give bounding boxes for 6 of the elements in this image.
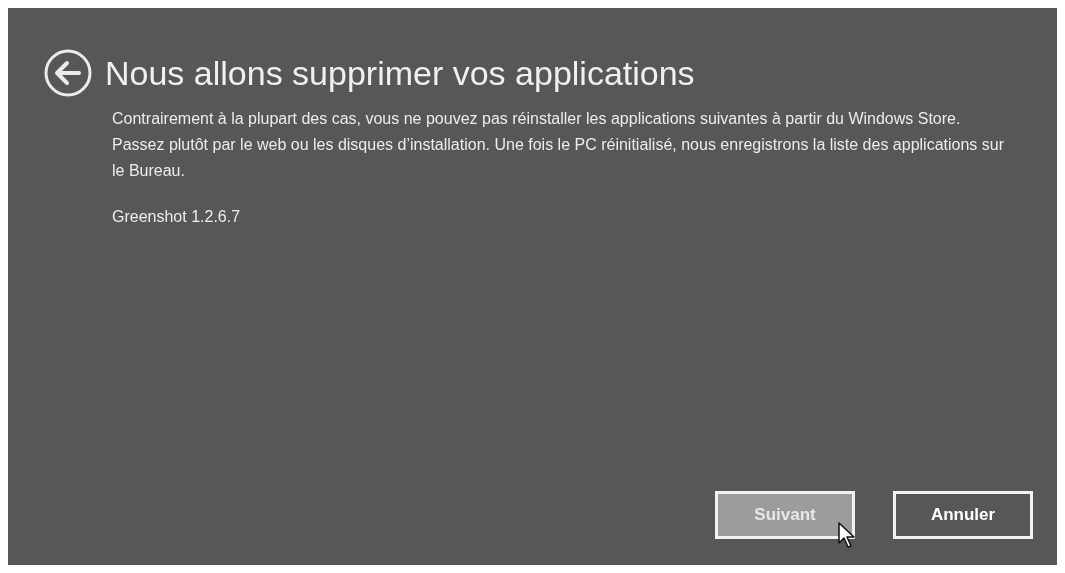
- description: Contrairement à la plupart des cas, vous ne pouvez pas réinstaller les applications suivantes à partir du Windows Store. Passez plutôt par le web ou les disques d’installation. Une fois le PC réinitialisé, nous enregistrons la liste des applications sur le Bureau.: [112, 109, 1006, 181]
- back-icon[interactable]: [43, 48, 93, 98]
- page-title: Nous allons supprimer vos applications: [105, 53, 695, 94]
- app-name: Greenshot 1.2.6.7: [112, 207, 242, 227]
- dialog-button[interactable]: Annuler: [893, 491, 1033, 539]
- mouse-pointer-icon: [837, 521, 857, 549]
